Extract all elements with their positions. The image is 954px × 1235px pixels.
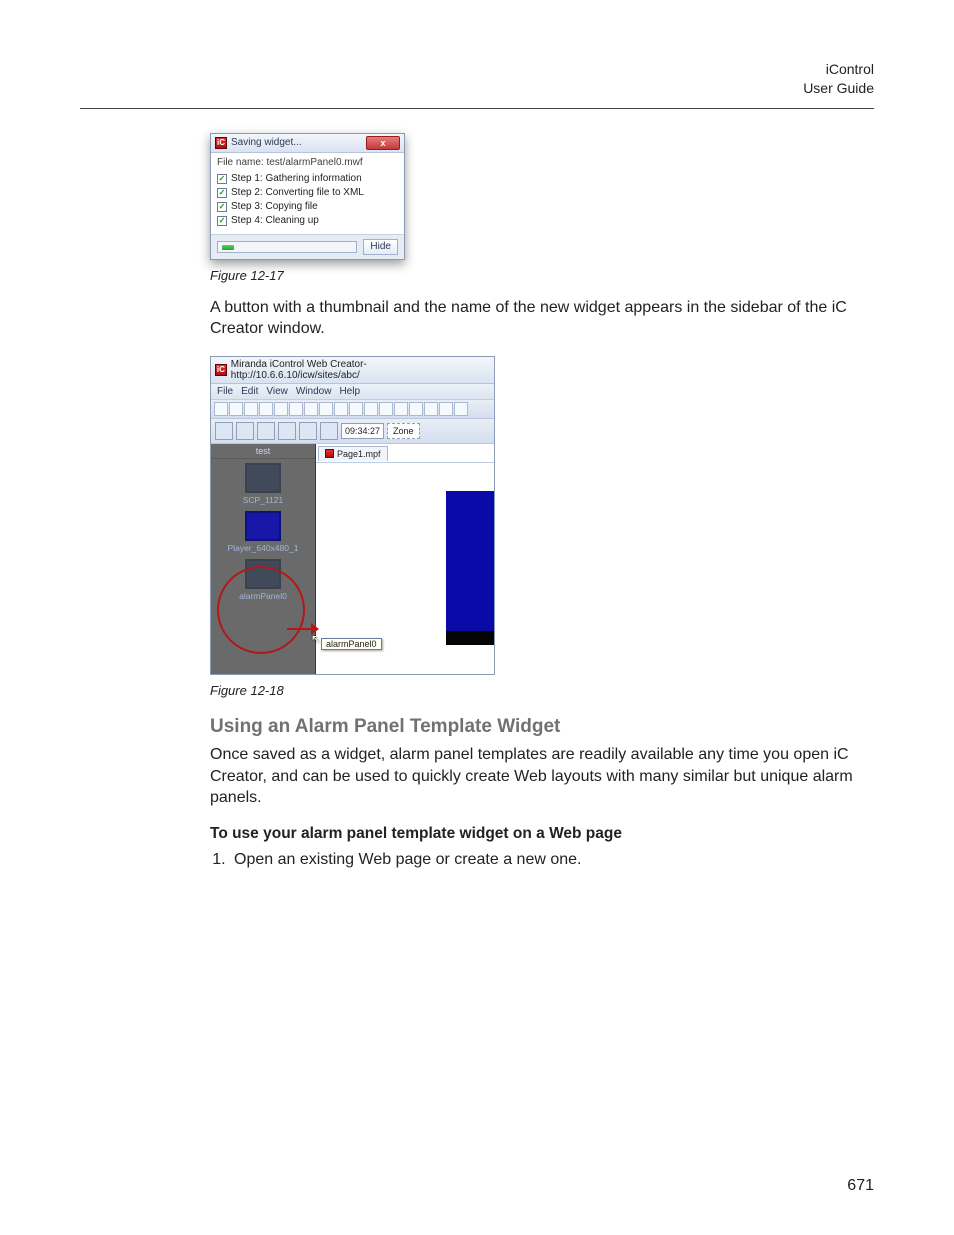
zone-display[interactable]: Zone [387,423,420,439]
progress-bar [217,241,357,253]
app-window-title: Miranda iControl Web Creator-http://10.6… [231,359,490,381]
toolbar-2: 09:34:27 Zone [211,419,494,444]
menu-file[interactable]: File [217,386,233,397]
step-3: ✓ Step 3: Copying file [217,200,398,214]
tab-icon [325,449,334,458]
tab-label: Page1.mpf [337,447,381,461]
step-4: ✓ Step 4: Cleaning up [217,214,398,228]
page-tab[interactable]: Page1.mpf [318,446,388,461]
tool-new-icon[interactable] [214,402,228,416]
app-icon: iC [215,137,227,149]
ic-creator-window: iC Miranda iControl Web Creator-http://1… [210,356,495,675]
tool-group-icon[interactable] [364,402,378,416]
step-2: ✓ Step 2: Converting file to XML [217,186,398,200]
check-icon: ✓ [217,202,227,212]
dialog-title-text: Saving widget... [231,137,366,148]
tool-align-icon[interactable] [424,402,438,416]
sidebar-item-2-label: Player_640x480_1 [215,543,311,553]
tool-back-icon[interactable] [409,402,423,416]
step-4-label: Step 4: Cleaning up [231,215,319,226]
menu-window[interactable]: Window [296,386,332,397]
tool-grid-icon[interactable] [278,422,296,440]
product-title: iControl [80,60,874,79]
tool-props-icon[interactable] [439,402,453,416]
tool-redo-icon[interactable] [319,402,333,416]
sidebar-thumb-2[interactable] [245,511,281,541]
tool-color-icon[interactable] [299,422,317,440]
canvas-element-black[interactable] [446,631,494,645]
check-icon: ✓ [217,188,227,198]
highlight-circle-annotation [217,566,305,654]
tool-panel-icon[interactable] [236,422,254,440]
step-1: ✓ Step 1: Gathering information [217,172,398,186]
tool-copy-icon[interactable] [274,402,288,416]
drag-tooltip: alarmPanel0 [321,638,382,650]
tool-select-icon[interactable] [349,402,363,416]
sidebar-item-1-label: SCP_1121 [215,495,311,505]
sidebar-thumb-1[interactable] [245,463,281,493]
section-heading: Using an Alarm Panel Template Widget [210,716,864,738]
tool-ungroup-icon[interactable] [379,402,393,416]
paragraph-2: Once saved as a widget, alarm panel temp… [210,744,864,809]
widget-sidebar: test SCP_1121 Player_640x480_1 alarmPane… [211,444,316,674]
menu-help[interactable]: Help [339,386,360,397]
close-button[interactable]: x [366,136,400,150]
hide-button[interactable]: Hide [363,239,398,255]
doc-type: User Guide [80,79,874,98]
menu-edit[interactable]: Edit [241,386,258,397]
check-icon: ✓ [217,174,227,184]
step-3-label: Step 3: Copying file [231,201,318,212]
time-display: 09:34:27 [341,423,384,439]
step-2-label: Step 2: Converting file to XML [231,187,364,198]
figure-12-18-caption: Figure 12-18 [210,683,864,698]
menu-view[interactable]: View [266,386,288,397]
tool-more-icon[interactable] [454,402,468,416]
saving-widget-dialog: iC Saving widget... x File name: test/al… [210,133,405,260]
check-icon: ✓ [217,216,227,226]
procedure-heading: To use your alarm panel template widget … [210,825,864,843]
procedure-steps: Open an existing Web page or create a ne… [230,849,864,871]
page-number: 671 [847,1177,874,1195]
figure-12-17-caption: Figure 12-17 [210,268,864,283]
toolbar-1 [211,400,494,419]
canvas-element-blue[interactable] [446,491,494,631]
paragraph-1: A button with a thumbnail and the name o… [210,297,864,340]
dialog-titlebar[interactable]: iC Saving widget... x [211,134,404,153]
step-1-label: Step 1: Gathering information [231,173,362,184]
page-header: iControl User Guide [80,60,874,109]
tool-schedule-icon[interactable] [320,422,338,440]
app-icon: iC [215,364,227,376]
sidebar-title: test [211,444,315,459]
tool-open-icon[interactable] [229,402,243,416]
tool-cut-icon[interactable] [259,402,273,416]
tool-paste-icon[interactable] [289,402,303,416]
annotation-arrow [287,628,313,630]
tool-widget-icon[interactable] [215,422,233,440]
menu-bar: File Edit View Window Help [211,384,494,400]
tool-pointer-icon[interactable] [334,402,348,416]
cursor-icon: ↖ [311,632,321,646]
file-name-line: File name: test/alarmPanel0.mwf [217,157,398,172]
app-titlebar[interactable]: iC Miranda iControl Web Creator-http://1… [211,357,494,384]
tool-front-icon[interactable] [394,402,408,416]
tool-globe-icon[interactable] [257,422,275,440]
step-item-1: Open an existing Web page or create a ne… [230,849,864,871]
tool-save-icon[interactable] [244,402,258,416]
tool-undo-icon[interactable] [304,402,318,416]
